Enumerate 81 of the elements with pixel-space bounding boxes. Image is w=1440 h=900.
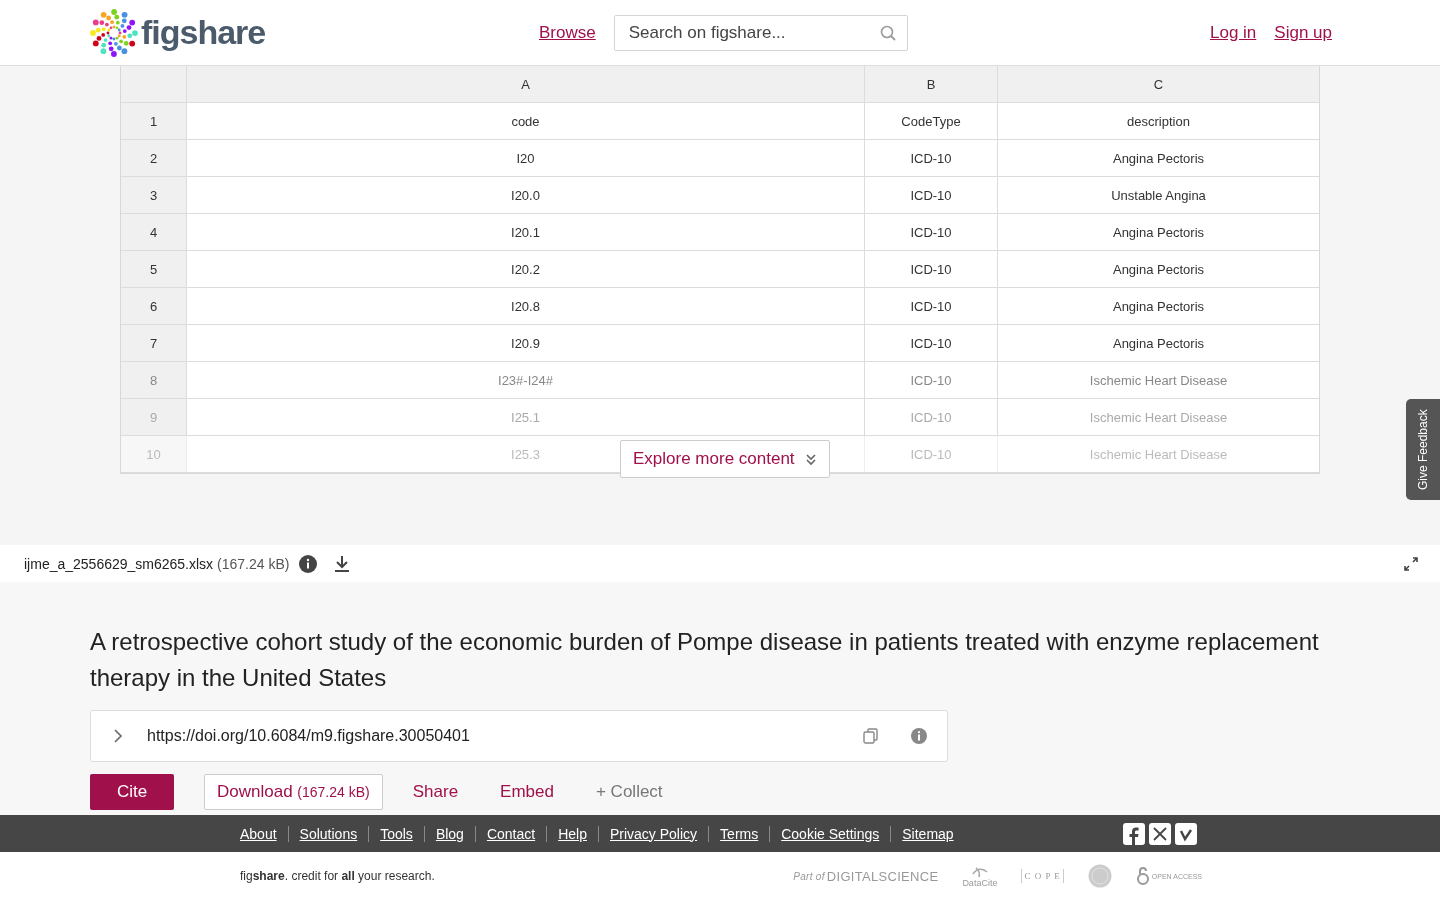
footer-link[interactable]: Help [558,825,587,842]
footer-link[interactable]: Cookie Settings [781,825,880,842]
row-number: 2 [121,140,187,176]
table-cell: I20.9 [187,325,865,361]
row-number: 1 [121,103,187,139]
footer-link[interactable]: Sitemap [902,825,954,842]
table-cell-text: Unstable Angina [1110,186,1207,205]
row-number: 8 [121,362,187,398]
footer-link[interactable]: Blog [435,825,464,842]
info-icon [911,728,927,744]
expand-icon [1404,556,1418,571]
table-cell-text: Ischemic Heart Disease [1088,408,1229,427]
column-header: A [187,66,865,102]
table-cell: ICD-10 [865,214,998,250]
table-cell-text: Angina Pectoris [1111,260,1206,279]
table-cell-text: Angina Pectoris [1111,297,1206,316]
row-number: 9 [121,399,187,435]
table-cell: ICD-10 [865,251,998,287]
footer-link[interactable]: Privacy Policy [609,825,698,842]
table-cell: I20.8 [187,288,865,324]
x-icon [1149,822,1171,845]
table-cell: ICD-10 [865,362,998,398]
article-title: A retrospective cohort study of the economic burden of Pompe disease in patients treated with enzyme replacement therapy in the United States [90,627,1320,693]
row-number: 5 [121,251,187,287]
table-cell-text: description [1126,112,1191,131]
footer-link[interactable]: Tools [380,825,413,842]
table-cell-text: Ischemic Heart Disease [1088,445,1229,464]
table-cell-text: Angina Pectoris [1111,334,1206,353]
doi-link[interactable]: https://doi.org/10.6084/m9.figshare.30050401 [147,727,470,745]
search-field[interactable]: Search on figshare... [613,14,908,51]
footer-link[interactable]: About [240,825,277,842]
file-name: ijme_a_2556629_sm6265.xlsx (167.24 kB) [24,555,290,572]
table-cell: I23#-I24# [187,362,865,398]
explore-button[interactable]: Explore more content [620,440,830,478]
table-cell: ICD-10 [865,325,998,361]
table-cell: CodeType [865,103,998,139]
table-cell: I20.2 [187,251,865,287]
table-cell: ICD-10 [865,288,998,324]
feedback-tab[interactable]: Give Feedback [1406,399,1440,500]
row-number: 6 [121,288,187,324]
footer-link[interactable]: Terms [720,825,759,842]
seal-icon [1087,864,1112,888]
table-cell: ICD-10 [865,436,998,472]
copy-icon [863,728,878,744]
nav-link[interactable]: Browse [539,22,596,43]
download-icon [333,554,352,573]
cite-button[interactable]: Cite [90,774,174,810]
footer-link[interactable]: Solutions [299,825,358,842]
table-cell-text: Angina Pectoris [1111,149,1206,168]
row-number: 4 [121,214,187,250]
table-cell: I20 [187,140,865,176]
auth-link[interactable]: Log in [1210,22,1257,43]
table-cell-text: Angina Pectoris [1111,223,1206,242]
table-cell: I20.0 [187,177,865,213]
footer-link[interactable]: Contact [486,825,536,842]
logo-text[interactable]: figshare [141,13,266,52]
table-cell: ICD-10 [865,177,998,213]
table-cell: ICD-10 [865,399,998,435]
padlock-icon [1135,867,1150,885]
info-icon [299,554,318,573]
table-cell: I25.1 [187,399,865,435]
action-link[interactable]: Embed [488,774,566,810]
download-button[interactable]: Download (167.24 kB) [204,774,383,810]
row-number: 7 [121,325,187,361]
table-cell-text: Ischemic Heart Disease [1088,371,1229,390]
table-cell: ICD-10 [865,140,998,176]
table-cell: I20.1 [187,214,865,250]
column-header: B [865,66,998,102]
logo-icon [89,7,139,58]
search-icon [879,24,896,41]
auth-link[interactable]: Sign up [1274,22,1332,43]
row-number: 10 [121,436,187,472]
tagline: figshare. credit for all your research. [240,869,435,883]
facebook-icon [1123,822,1145,845]
chevron-right-icon [113,729,123,743]
table-cell: code [187,103,865,139]
collect-link[interactable]: + Collect [583,774,675,810]
row-number: 3 [121,177,187,213]
double-chevron-icon [804,452,817,466]
action-link[interactable]: Share [400,774,471,810]
column-header: C [998,66,1319,102]
